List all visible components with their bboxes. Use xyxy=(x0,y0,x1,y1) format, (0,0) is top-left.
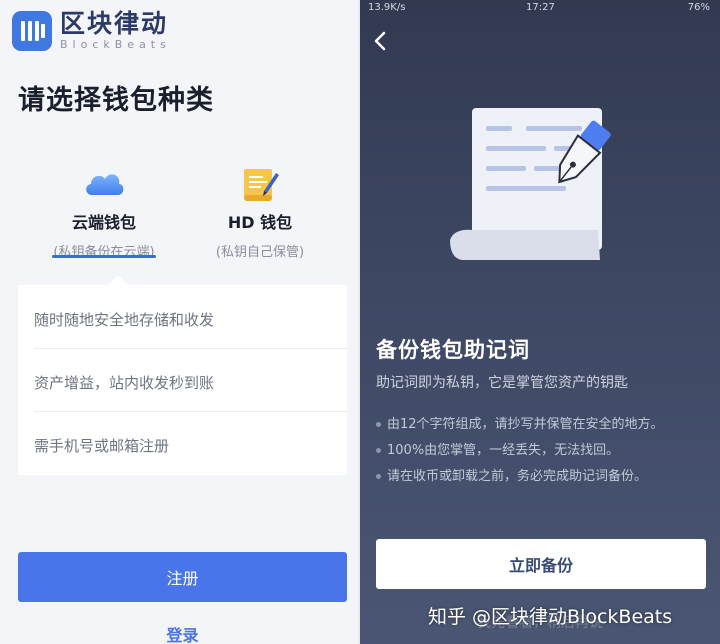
wallet-option-cloud[interactable]: 云端钱包 (私钥备份在云端) xyxy=(34,165,174,260)
wallet-type-screen: 区块律动 BlockBeats 请选择钱包种类 云端钱包 (私钥备份在云端) H… xyxy=(0,0,360,644)
wallet-option-name: HD 钱包 xyxy=(227,213,293,232)
info-bullet: 请在收币或卸载之前，务必完成助记词备份。 xyxy=(376,465,647,484)
blockbeats-logo-icon xyxy=(12,10,52,51)
feature-item: 资产增益，站内收发秒到账 xyxy=(34,374,215,392)
bullet-dot xyxy=(376,474,381,479)
login-link[interactable]: 登录 xyxy=(18,622,347,644)
wallet-option-hd[interactable]: HD 钱包 (私钥自己保管) xyxy=(190,165,330,260)
register-button[interactable]: 注册 xyxy=(18,552,347,602)
zhihu-watermark: 知乎 @区块律动BlockBeats xyxy=(428,606,673,628)
network-speed: 13.9K/s xyxy=(368,2,406,13)
wallet-option-name: 云端钱包 xyxy=(71,213,136,232)
bullet-dot xyxy=(376,448,381,453)
divider xyxy=(34,348,347,349)
page-title: 请选择钱包种类 xyxy=(18,85,214,116)
cloud-icon xyxy=(34,165,174,205)
bullet-text: 由12个字符组成，请抄写并保管在安全的地方。 xyxy=(387,417,664,432)
info-bullet: 100%由您掌管，一经丢失，无法找回。 xyxy=(376,439,619,458)
bullet-dot xyxy=(376,422,381,427)
selected-indicator xyxy=(52,255,156,258)
screen-subline: 助记词即为私钥，它是掌管您资产的钥匙 xyxy=(376,375,628,391)
backup-now-button[interactable]: 立即备份 xyxy=(376,539,706,589)
feature-card: 随时随地安全地存储和收发 资产增益，站内收发秒到账 需手机号或邮箱注册 xyxy=(18,275,347,475)
divider xyxy=(34,411,347,412)
battery-level: 76% xyxy=(687,2,710,13)
backup-mnemonic-screen: 13.9K/s 17:27 76% 备份钱包助记词 助记词即为私钥，它是掌管您资… xyxy=(360,0,720,644)
info-bullet: 由12个字符组成，请抄写并保管在安全的地方。 xyxy=(376,413,664,432)
logo-name-cn: 区块律动 xyxy=(60,9,169,38)
bullet-text: 请在收币或卸载之前，务必完成助记词备份。 xyxy=(387,469,648,484)
scroll-pen-icon xyxy=(190,165,330,205)
chevron-left-icon[interactable] xyxy=(372,30,388,58)
document-pen-illustration xyxy=(450,100,650,270)
bullet-text: 100%由您掌管，一经丢失，无法找回。 xyxy=(387,443,620,458)
wallet-option-subtitle: (私钥自己保管) xyxy=(215,245,305,260)
brand-logo: 区块律动 BlockBeats xyxy=(12,10,171,51)
status-time: 17:27 xyxy=(526,2,555,13)
card-pointer xyxy=(108,275,128,285)
logo-name-en: BlockBeats xyxy=(60,38,171,51)
feature-item: 需手机号或邮箱注册 xyxy=(34,437,170,455)
feature-item: 随时随地安全地存储和收发 xyxy=(34,311,215,329)
screen-headline: 备份钱包助记词 xyxy=(376,338,530,362)
status-bar: 13.9K/s 17:27 76% xyxy=(360,0,720,16)
